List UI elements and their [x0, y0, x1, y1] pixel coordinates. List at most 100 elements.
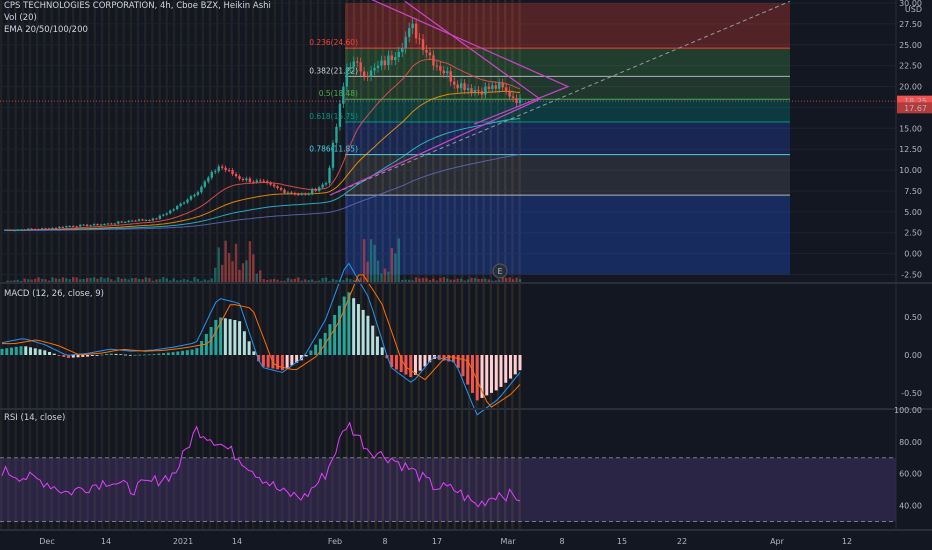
volume-bar [245, 260, 248, 282]
volume-bar [113, 280, 117, 282]
volume-bar [487, 279, 491, 282]
macd-histogram-bar [499, 355, 503, 387]
volume-bar [515, 277, 518, 282]
session-stripe [144, 0, 147, 530]
candle-body [404, 36, 407, 49]
candle-body [439, 65, 442, 71]
macd-histogram-bar [309, 350, 313, 355]
candle-body [269, 182, 272, 185]
macd-histogram-bar [190, 349, 194, 355]
volume-bar [33, 278, 37, 282]
candle-body [175, 206, 179, 210]
candle-body [96, 224, 99, 226]
volume-bar [324, 277, 328, 282]
volume-bar [106, 277, 110, 282]
volume-bar [442, 277, 446, 282]
volume-bar [383, 268, 387, 282]
time-axis-label: 15 [617, 537, 627, 546]
candle-body [130, 220, 134, 222]
volume-bar [401, 279, 404, 282]
session-stripe [302, 0, 305, 530]
candle-body [82, 224, 85, 226]
macd-histogram-bar [252, 351, 256, 355]
candle-body [255, 180, 259, 182]
volume-bar [376, 260, 380, 282]
candle-body [324, 183, 328, 185]
volume-bar [61, 277, 65, 282]
candle-body [421, 39, 425, 51]
session-stripe [0, 0, 3, 530]
candle-body [141, 219, 144, 221]
volume-bar [54, 278, 58, 282]
volume-bar [220, 264, 224, 282]
volume-bar [317, 280, 321, 282]
volume-bar [89, 277, 92, 282]
candle-body [217, 166, 220, 172]
candle-body [6, 230, 9, 232]
candle-body [196, 192, 200, 195]
candle-body [124, 221, 127, 223]
volume-bar [314, 280, 317, 282]
macd-histogram-bar [105, 353, 109, 355]
ema-legend: EMA 20/50/100/200 [4, 25, 88, 35]
volume-bar [269, 279, 272, 282]
volume-bar [297, 277, 300, 282]
macd-tick-label: 0.00 [904, 351, 922, 360]
candle-body [276, 186, 279, 189]
macd-histogram-bar [418, 355, 422, 371]
session-stripe [136, 0, 140, 530]
session-stripe [180, 0, 183, 530]
candle-body [92, 224, 96, 226]
volume-bar [414, 277, 418, 282]
candle-body [200, 186, 203, 193]
volume-bar [92, 277, 96, 282]
macd-histogram-bar [508, 355, 512, 379]
chart-canvas: 0.236(24.60)0.382(21.22)0.5(18.48)0.618(… [0, 0, 932, 550]
candle-body [179, 203, 182, 207]
volume-bar [335, 279, 338, 282]
rsi-tick-label: 100.00 [894, 406, 922, 415]
volume-bar [172, 278, 175, 282]
session-stripe [288, 0, 291, 530]
price-tick-label: 7.50 [904, 187, 922, 196]
candle-body [304, 193, 307, 195]
session-stripe [266, 0, 269, 530]
macd-histogram-bar [14, 346, 18, 355]
macd-histogram-bar [223, 318, 227, 355]
session-stripe [208, 0, 212, 530]
candle-body [328, 167, 331, 184]
volume-bar [99, 277, 103, 282]
candle-body [480, 91, 484, 95]
macd-histogram-bar [461, 355, 465, 377]
candle-body [120, 221, 123, 223]
candle-body [248, 178, 252, 182]
macd-histogram-bar [489, 355, 493, 393]
macd-histogram-bar [43, 350, 47, 355]
macd-histogram-bar [356, 304, 360, 355]
macd-histogram-bar [119, 354, 123, 356]
volume-bar [47, 280, 51, 282]
candle-body [117, 221, 120, 224]
price-tick-label: -2.50 [901, 271, 922, 280]
candle-body [366, 76, 369, 78]
price-tick-label: 20.00 [899, 83, 922, 92]
volume-bar [85, 278, 89, 282]
candle-body [380, 60, 383, 66]
candle-body [515, 98, 518, 104]
candle-body [459, 83, 463, 89]
volume-bar [134, 277, 137, 282]
rsi-tick-label: 80.00 [899, 438, 922, 447]
candle-body [477, 90, 480, 92]
volume-bar [293, 278, 297, 282]
candle-body [290, 192, 293, 194]
candle-body [20, 229, 23, 231]
price-tick-label: 10.00 [899, 166, 922, 175]
macd-histogram-bar [10, 347, 14, 355]
candle-body [376, 65, 380, 68]
price-tick-label: 5.00 [904, 208, 922, 217]
volume-bar [397, 238, 400, 282]
volume-bar [117, 277, 120, 282]
candle-body [501, 82, 504, 88]
volume-bar [463, 280, 466, 282]
candle-body [394, 57, 397, 61]
